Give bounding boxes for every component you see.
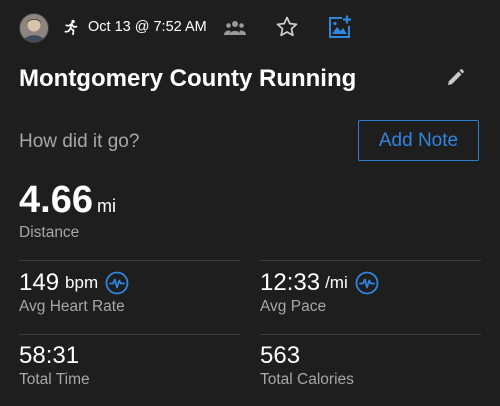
star-outline-icon[interactable] bbox=[275, 15, 299, 39]
avatar[interactable] bbox=[19, 13, 49, 43]
distance-stat: 4.66 mi bbox=[19, 178, 116, 222]
activity-title: Montgomery County Running bbox=[19, 65, 357, 92]
avg-pace-value: 12:33 bbox=[260, 269, 321, 296]
activity-header-bar: Oct 13 @ 7:52 AM bbox=[19, 12, 489, 44]
avg-pace-unit: /mi bbox=[325, 273, 348, 292]
add-photo-icon[interactable] bbox=[327, 15, 352, 40]
heart-rate-wave-icon[interactable] bbox=[105, 271, 129, 295]
pencil-icon[interactable] bbox=[445, 68, 465, 88]
activity-datetime: Oct 13 @ 7:52 AM bbox=[88, 19, 207, 35]
avg-pace-stat: 12:33 /mi bbox=[260, 269, 379, 297]
activity-detail-screen: Oct 13 @ 7:52 AM Montgomery County Runni… bbox=[0, 0, 500, 406]
note-prompt: How did it go? bbox=[19, 131, 140, 152]
avg-heart-rate-unit: bpm bbox=[65, 273, 99, 292]
divider bbox=[260, 260, 481, 261]
total-calories-value: 563 bbox=[260, 342, 301, 369]
divider bbox=[19, 334, 240, 335]
avg-heart-rate-value: 149 bbox=[19, 269, 60, 296]
avg-heart-rate-stat: 149 bpm bbox=[19, 269, 129, 297]
add-note-button[interactable]: Add Note bbox=[358, 120, 479, 161]
group-icon[interactable] bbox=[224, 19, 246, 37]
running-person-icon bbox=[64, 19, 78, 36]
heart-rate-wave-icon[interactable] bbox=[355, 271, 379, 295]
avg-heart-rate-label: Avg Heart Rate bbox=[19, 298, 125, 315]
avg-pace-label: Avg Pace bbox=[260, 298, 327, 315]
total-time-value: 58:31 bbox=[19, 342, 80, 369]
distance-unit: mi bbox=[96, 196, 116, 216]
total-calories-label: Total Calories bbox=[260, 371, 354, 388]
divider bbox=[260, 334, 481, 335]
total-calories-stat: 563 bbox=[260, 342, 300, 370]
total-time-label: Total Time bbox=[19, 371, 90, 388]
total-time-stat: 58:31 bbox=[19, 342, 79, 370]
distance-value: 4.66 bbox=[19, 179, 93, 221]
distance-label: Distance bbox=[19, 224, 80, 241]
divider bbox=[19, 260, 240, 261]
